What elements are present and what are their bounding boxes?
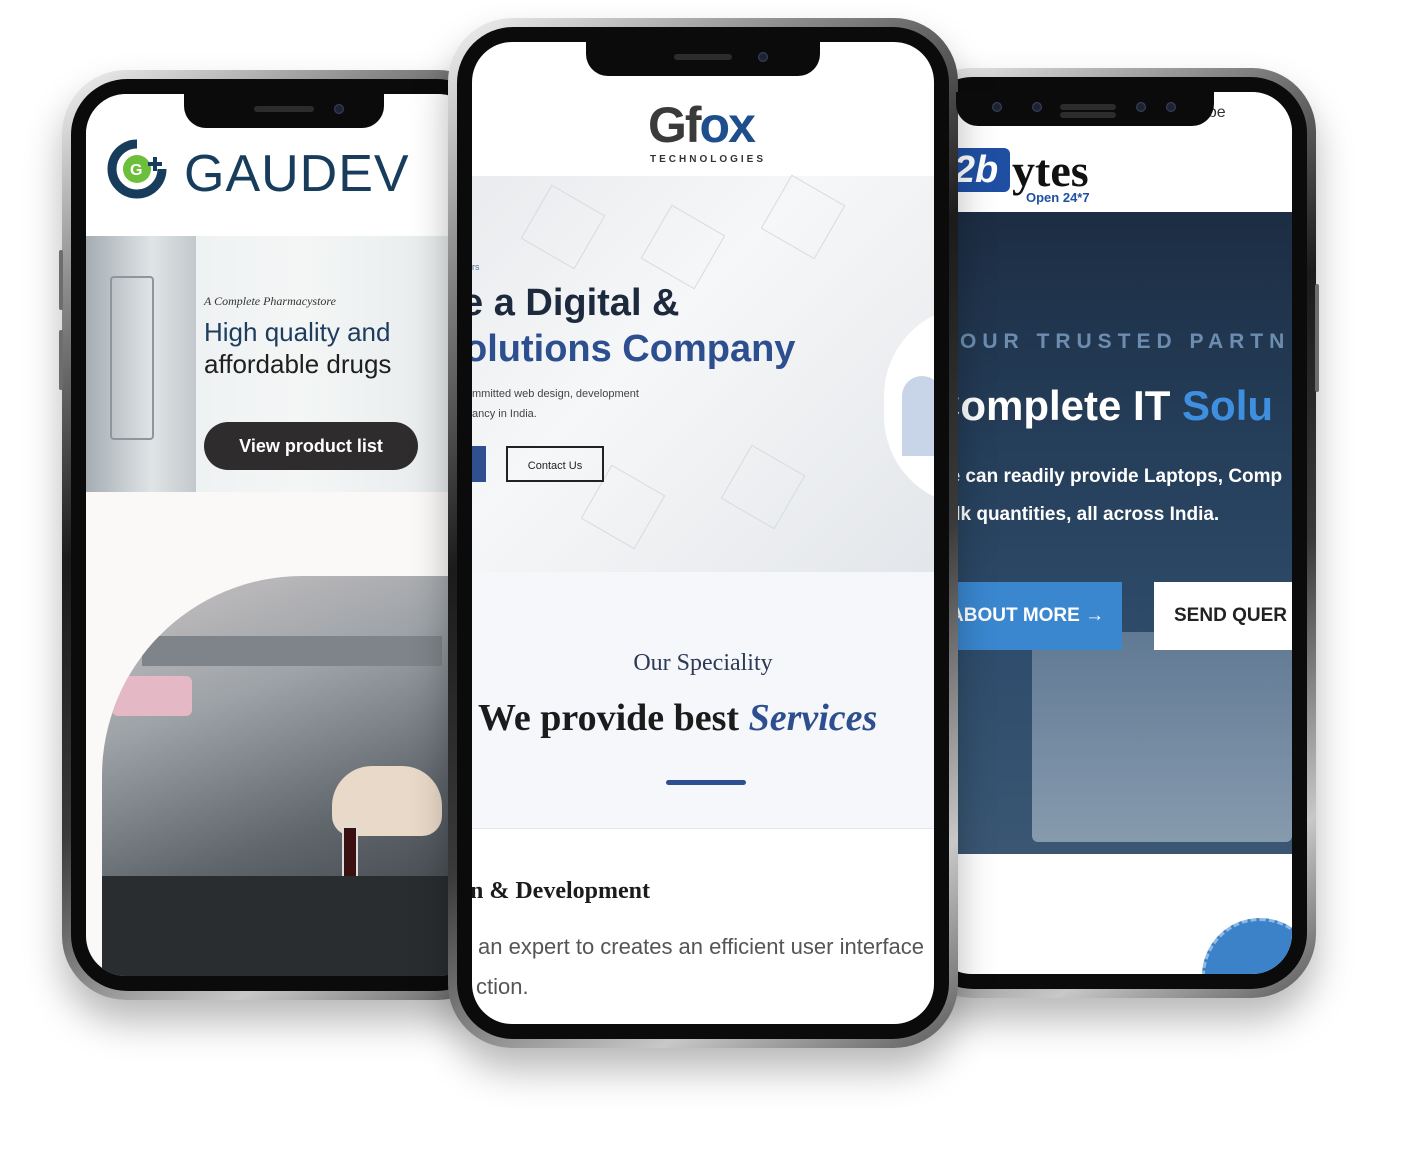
svg-text:G: G [130,162,142,179]
gfox-logo[interactable]: Gfox [648,96,756,154]
hero-desc-line2: ancy in India. [472,408,537,420]
hero-desc-line1: mmitted web design, development [472,388,639,400]
bytes-screen: ouTube 2b ytes Open 24*7 YOUR TRUSTED PA… [932,92,1292,974]
gaudev-logo-icon[interactable]: G [106,138,168,200]
feature-circle-icon [1202,918,1292,974]
logo-subtext: Open 24*7 [1026,190,1090,205]
hero-banner [932,212,1292,854]
gaudev-screen: G GAUDEV A Complete Pharmacystore High q… [86,94,478,976]
service-body-line2: ction. [476,974,529,999]
title-plain: We provide best [478,697,749,739]
logo-text-ox: ox [699,97,756,153]
hero-desc-line1: We can readily provide Laptops, Comp [932,466,1283,487]
title-italic: Services [748,697,878,739]
power-button [1315,284,1319,392]
hero-desc-line2: bulk quantities, all across India. [932,504,1220,525]
phone-notch [586,42,820,76]
title-underline [666,780,746,785]
view-product-list-button[interactable]: View product list [204,422,418,470]
brand-name[interactable]: GAUDEV [184,144,410,204]
hero-headline-line1: High quality and [204,317,391,347]
phone-mockup-2bytes: ouTube 2b ytes Open 24*7 YOUR TRUSTED PA… [908,68,1319,998]
hero-headline-line2: affordable drugs [204,349,392,379]
printer-image [1032,632,1292,842]
hero-banner: A Complete Pharmacystore High quality an… [86,236,478,492]
phone-mockup-gfox: Gfox TECHNOLOGIES rs e a Digital & oluti… [448,18,958,1048]
lab-photo [102,576,462,976]
hero-kicker: YOUR TRUSTED PARTN [940,330,1291,353]
volume-button [59,250,63,310]
gfox-screen: Gfox TECHNOLOGIES rs e a Digital & oluti… [472,42,934,1024]
logo-subtext: TECHNOLOGIES [650,154,767,165]
headline-plain: Complete IT [932,382,1183,429]
headline-accent: Solu [1182,382,1274,429]
service-body-line1: an expert to creates an efficient user i… [478,934,924,959]
hero-tagline: A Complete Pharmacystore [204,294,336,308]
speciality-title: We provide best Services [478,696,877,740]
hero-banner: rs e a Digital & olutions Company mmitte… [472,174,934,572]
hero-headline: Complete IT Solu [932,382,1273,430]
hero-headline-line2: olutions Company [472,328,796,370]
phone-notch [956,92,1214,126]
pharmacy-machine-image [86,236,196,492]
contact-us-button[interactable]: Contact Us [506,446,604,482]
speciality-kicker: Our Speciality [633,650,773,676]
service-title: gn & Development [472,878,650,904]
hero-illustration [884,306,934,506]
phone-mockup-gaudev: G GAUDEV A Complete Pharmacystore High q… [59,70,502,1000]
about-more-button[interactable]: ABOUT MORE → [932,582,1122,650]
logo-text-g: Gf [648,97,702,153]
section-divider [472,828,934,829]
phone-notch [184,94,384,128]
primary-hero-button[interactable] [472,446,486,482]
hero-kicker: rs [472,262,480,272]
volume-button [59,330,63,390]
send-query-button[interactable]: SEND QUER [1154,582,1292,650]
hero-headline-line1: e a Digital & [472,282,680,324]
